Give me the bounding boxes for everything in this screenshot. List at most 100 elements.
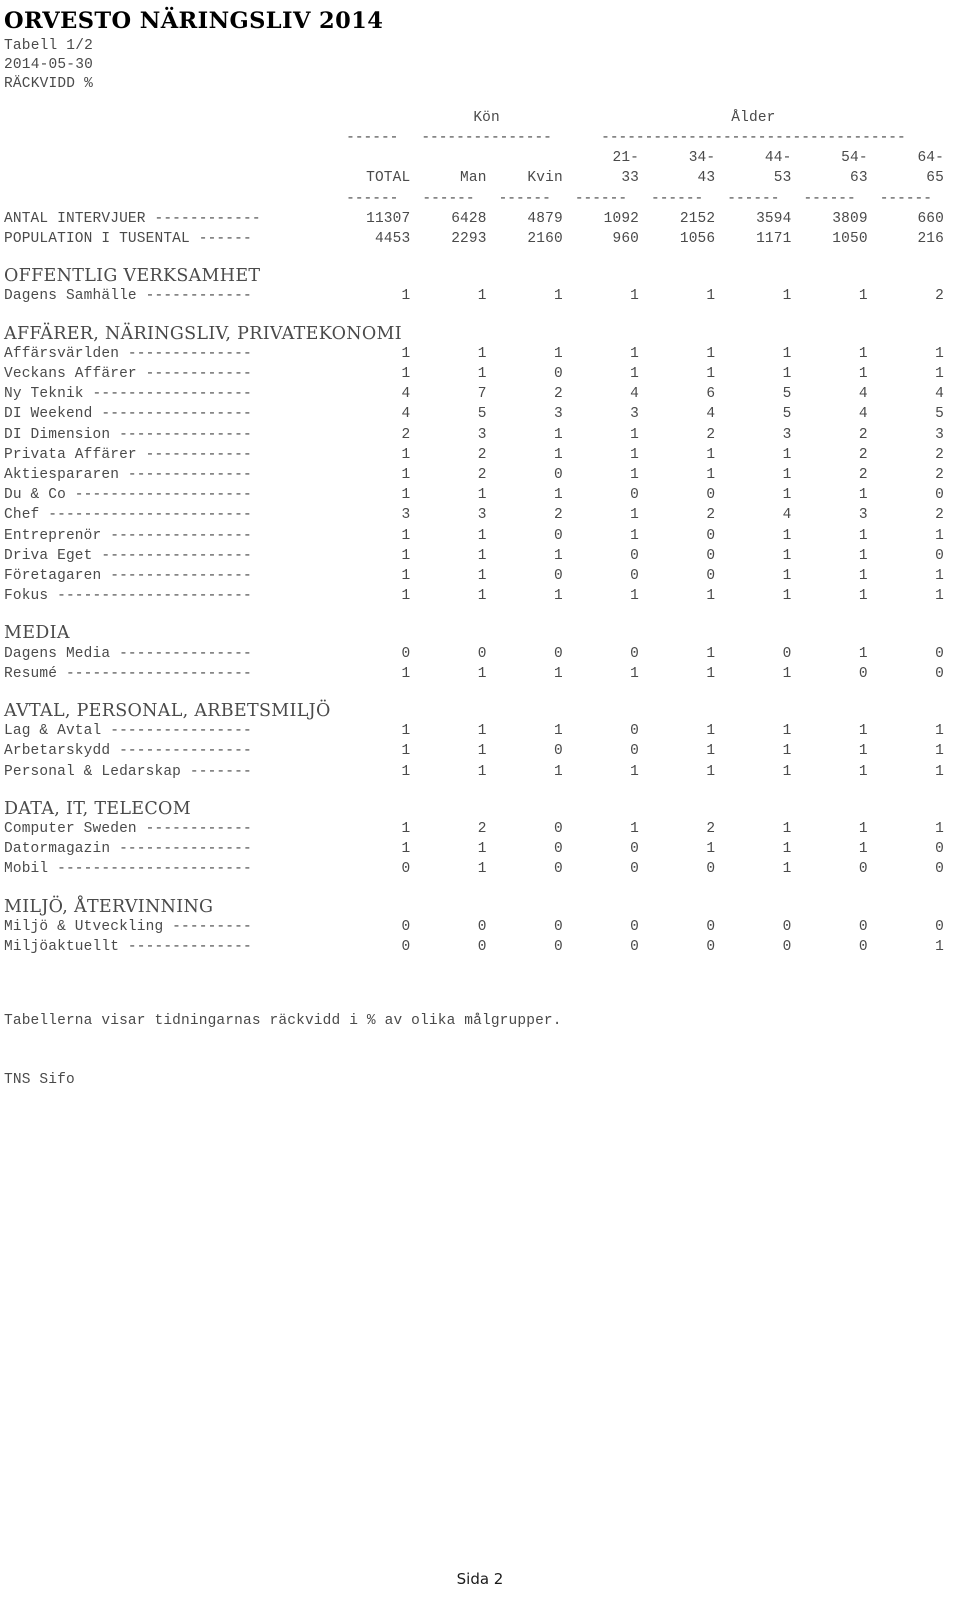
cell-1: 1: [477, 487, 487, 504]
column-top-0: [334, 148, 410, 168]
table-row: Lag & Avtal ---------------- 1 1 1 0 1 1 1 1: [4, 721, 944, 741]
spacer-row: [4, 249, 944, 266]
cell-2: 0: [553, 939, 563, 956]
cell-5: 0: [782, 939, 792, 956]
cell-4: 2: [706, 507, 716, 524]
cell-4: 2: [706, 426, 716, 443]
table-row: Personal & Ledarskap ------- 1 1 1 1 1 1 1 1: [4, 762, 944, 782]
cell-1: 1: [477, 743, 487, 760]
cell-3: 1: [630, 446, 640, 463]
column-header-TOTAL: TOTAL: [366, 170, 411, 187]
rule-dashes: ------: [803, 190, 856, 207]
cell-0: 11307: [366, 210, 411, 227]
cell-5: 1: [782, 723, 792, 740]
group-rule: -----------------------------------: [563, 128, 944, 148]
cell-1: 1: [477, 723, 487, 740]
table-row: DI Dimension --------------- 2 3 1 1 2 3 2 3: [4, 425, 944, 445]
row-label: Du & Co --------------------: [4, 487, 252, 504]
cell-7: 1: [935, 743, 944, 760]
row-label: Dagens Media ---------------: [4, 645, 252, 662]
spacer-cell: [4, 880, 944, 897]
cell-6: 1: [858, 821, 868, 838]
cell-0: 1: [401, 723, 411, 740]
cell-1: 7: [477, 386, 487, 403]
cell-1: 3: [477, 426, 487, 443]
cell-2: 1: [553, 288, 563, 305]
cell-1: 1: [477, 366, 487, 382]
cell-7: 0: [935, 861, 944, 878]
cell-5: 1: [782, 588, 792, 605]
section-title: AFFÄRER, NÄRINGSLIV, PRIVATEKONOMI: [4, 323, 402, 344]
table-row: ANTAL INTERVJUER ------------ 11307 6428 48…: [4, 209, 944, 229]
cell-7: 660: [917, 210, 944, 227]
cell-3: 0: [630, 743, 640, 760]
rule-dashes: ---------------: [421, 129, 552, 146]
cell-4: 2152: [679, 210, 716, 227]
cell-0: 3: [401, 507, 411, 524]
cell-7: 2: [935, 467, 944, 484]
column-top-5: 44-: [764, 150, 792, 167]
cell-5: 1: [782, 527, 792, 544]
column-header-Man: Man: [460, 170, 487, 187]
spacer-row: [4, 307, 944, 324]
column-rule-row: ------ ------ ------ ------ ------ ------ ----…: [4, 189, 944, 209]
cell-4: 0: [706, 568, 716, 585]
cell-3: 0: [630, 547, 640, 564]
section-header-row: OFFENTLIG VERKSAMHET: [4, 266, 944, 286]
cell-3: 1: [630, 588, 640, 605]
column-rule: ------: [639, 189, 715, 209]
cell-5: 5: [782, 406, 792, 423]
row-label: Miljöaktuellt --------------: [4, 939, 252, 956]
table-row: Du & Co -------------------- 1 1 1 0 0 1 1 0: [4, 485, 944, 505]
document-page: ORVESTO NÄRINGSLIV 2014 Tabell 1/2 2014-…: [0, 0, 960, 1623]
table-row: DI Weekend ----------------- 4 5 3 3 4 5 4 5: [4, 404, 944, 424]
row-label: Privata Affärer ------------: [4, 446, 252, 463]
row-label: Företagaren ----------------: [4, 568, 252, 585]
cell-7: 1: [935, 723, 944, 740]
cell-4: 1: [706, 288, 716, 305]
column-header-63: 63: [849, 170, 868, 187]
cell-4: 1: [706, 723, 716, 740]
table-row: Dagens Media --------------- 0 0 0 0 1 0 1 0: [4, 644, 944, 664]
spacer-cell: [4, 249, 944, 266]
table-row: Aktiespararen -------------- 1 2 0 1 1 1 2 2: [4, 465, 944, 485]
cell-1: 1: [477, 861, 487, 878]
cell-0: 1: [401, 588, 411, 605]
section-header-row: AVTAL, PERSONAL, ARBETSMILJÖ: [4, 701, 944, 721]
cell-2: 1: [553, 426, 563, 443]
cell-6: 3809: [832, 210, 868, 227]
section-header-row: MILJÖ, ÅTERVINNING: [4, 897, 944, 917]
row-label: Arbetarskydd ---------------: [4, 743, 252, 760]
cell-0: 0: [401, 939, 411, 956]
spacer-cell: [4, 782, 944, 799]
cell-4: 1: [706, 446, 716, 463]
cell-1: 1: [477, 345, 487, 362]
cell-7: 0: [935, 547, 944, 564]
cell-0: 1: [401, 665, 411, 682]
cell-7: 1: [935, 345, 944, 362]
cell-5: 1: [782, 841, 792, 858]
cell-4: 0: [706, 547, 716, 564]
spacer-row: [4, 606, 944, 623]
cell-4: 1: [706, 841, 716, 858]
cell-3: 1: [630, 821, 640, 838]
cell-6: 1: [858, 645, 868, 662]
row-label: Mobil ----------------------: [4, 861, 252, 878]
table-row: Ny Teknik ------------------ 4 7 2 4 6 5 4 4: [4, 384, 944, 404]
rule-dashes: ------: [422, 190, 475, 207]
rule-dashes: ------: [498, 190, 551, 207]
section-header-row: DATA, IT, TELECOM: [4, 799, 944, 819]
column-rule: ------: [410, 189, 486, 209]
table-row: Datormagazin --------------- 1 1 0 0 1 1 1 0: [4, 839, 944, 859]
column-header-65: 65: [926, 170, 944, 187]
column-rule: ------: [791, 189, 867, 209]
spacer-cell: [4, 307, 944, 324]
cell-6: 1: [858, 568, 868, 585]
row-label: ANTAL INTERVJUER ------------: [4, 210, 261, 227]
row-label: Lag & Avtal ----------------: [4, 723, 252, 740]
cell-2: 1: [553, 547, 563, 564]
cell-1: 1: [477, 841, 487, 858]
cell-2: 1: [553, 723, 563, 740]
rule-dashes: ------: [574, 190, 628, 207]
cell-6: 2: [858, 467, 868, 484]
